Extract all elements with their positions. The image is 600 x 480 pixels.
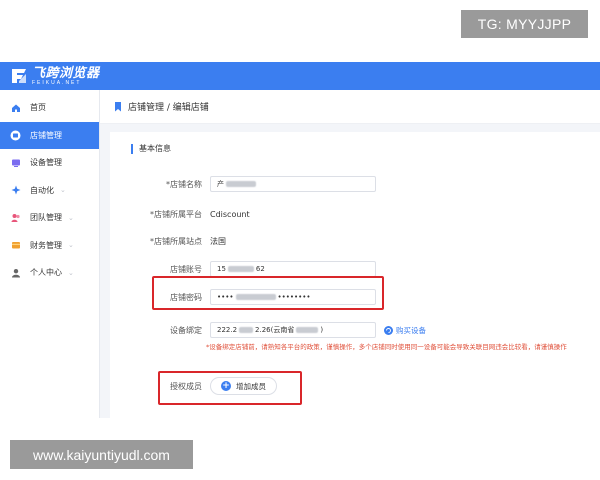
buy-device-label: 购买设备 [396, 325, 426, 335]
account-value-prefix: 15 [217, 265, 226, 273]
sidebar-item-personal-center[interactable]: 个人中心 ⌄ [0, 259, 99, 287]
platform-row: *店铺所属平台 Cdiscount [110, 206, 250, 222]
sidebar-item-label: 首页 [30, 103, 46, 113]
chevron-down-icon: ⌄ [68, 241, 74, 250]
breadcrumb: 店铺管理 / 编辑店铺 [128, 103, 209, 113]
user-icon [10, 267, 21, 278]
buy-device-link[interactable]: 购买设备 [384, 325, 426, 336]
device-icon [10, 157, 21, 168]
bookmark-icon [115, 101, 121, 112]
logo-text-en: FEIKUA.NET [32, 79, 82, 86]
sidebar-item-label: 个人中心 [30, 268, 62, 278]
platform-label: *店铺所属平台 [150, 209, 202, 219]
chevron-down-icon: ⌄ [60, 186, 66, 195]
account-value-suffix: 62 [255, 265, 265, 273]
sidebar-item-team-management[interactable]: 团队管理 ⌄ [0, 204, 99, 232]
top-bar: 飞跨浏览器 FEIKUA.NET [0, 62, 600, 90]
chevron-down-icon: ⌄ [68, 268, 74, 277]
app-logo[interactable]: 飞跨浏览器 FEIKUA.NET [10, 67, 100, 86]
shop-name-label: *店铺名称 [166, 179, 202, 189]
refresh-icon [384, 325, 393, 335]
device-value-prefix: 222.2 [217, 326, 238, 334]
finance-icon [10, 240, 21, 251]
shop-name-row: *店铺名称 产 [110, 176, 376, 192]
device-value-tail: ) [320, 326, 324, 334]
sidebar-item-label: 团队管理 [30, 213, 62, 223]
sidebar: 首页 店铺管理 设备管理 自动化 ⌄ 团队管理 ⌄ 财务管理 ⌄ 个人中心 ⌄ [0, 90, 100, 418]
breadcrumb-bar: 店铺管理 / 编辑店铺 [100, 90, 600, 124]
platform-value: Cdiscount [210, 209, 250, 219]
device-select[interactable]: 222.2 2.26(云南省 ) [210, 322, 376, 338]
account-input[interactable]: 15 62 [210, 261, 376, 277]
sidebar-item-shop-management[interactable]: 店铺管理 [0, 121, 99, 149]
sidebar-item-label: 财务管理 [30, 240, 62, 250]
watermark-top-right: TG: MYYJJPP [461, 10, 588, 38]
site-label: *店铺所属站点 [150, 236, 202, 246]
chevron-down-icon: ⌄ [68, 213, 74, 222]
logo-mark-icon [10, 67, 28, 85]
sidebar-item-label: 自动化 [30, 185, 54, 195]
shop-name-input[interactable]: 产 [210, 176, 376, 192]
shop-name-value: 产 [217, 180, 224, 188]
device-value-suffix: 2.26(云南省 [255, 326, 295, 334]
page: TG: MYYJJPP 飞跨浏览器 FEIKUA.NET 首页 店铺管理 设备管… [0, 0, 600, 480]
account-row: 店铺账号 15 62 [110, 261, 376, 277]
team-icon [10, 212, 21, 223]
site-row: *店铺所属站点 法国 [110, 233, 226, 249]
shop-icon [10, 130, 21, 141]
members-highlight-box [158, 371, 302, 405]
site-value: 法国 [210, 236, 226, 246]
sidebar-item-device-management[interactable]: 设备管理 [0, 149, 99, 177]
sidebar-item-label: 店铺管理 [30, 130, 62, 140]
watermark-bottom-left: www.kaiyuntiyudl.com [10, 440, 193, 469]
sidebar-item-home[interactable]: 首页 [0, 94, 99, 122]
automation-icon [10, 185, 21, 196]
section-title: 基本信息 [131, 144, 171, 154]
device-label: 设备绑定 [170, 325, 202, 335]
device-row: 设备绑定 222.2 2.26(云南省 ) 购买设备 [110, 322, 426, 338]
app-window: 飞跨浏览器 FEIKUA.NET 首页 店铺管理 设备管理 自动化 ⌄ 团队管理… [0, 62, 600, 418]
home-icon [10, 102, 21, 113]
account-label: 店铺账号 [170, 264, 202, 274]
logo-text-cn: 飞跨浏览器 [32, 65, 100, 81]
device-binding-notice: *设备绑定店铺前，请熟知各平台的政策，谨慎操作，多个店铺同时使用同一设备可能会导… [206, 343, 567, 351]
password-highlight-box [152, 276, 384, 310]
sidebar-item-automation[interactable]: 自动化 ⌄ [0, 177, 99, 205]
sidebar-item-label: 设备管理 [30, 158, 62, 168]
sidebar-item-finance-management[interactable]: 财务管理 ⌄ [0, 232, 99, 260]
